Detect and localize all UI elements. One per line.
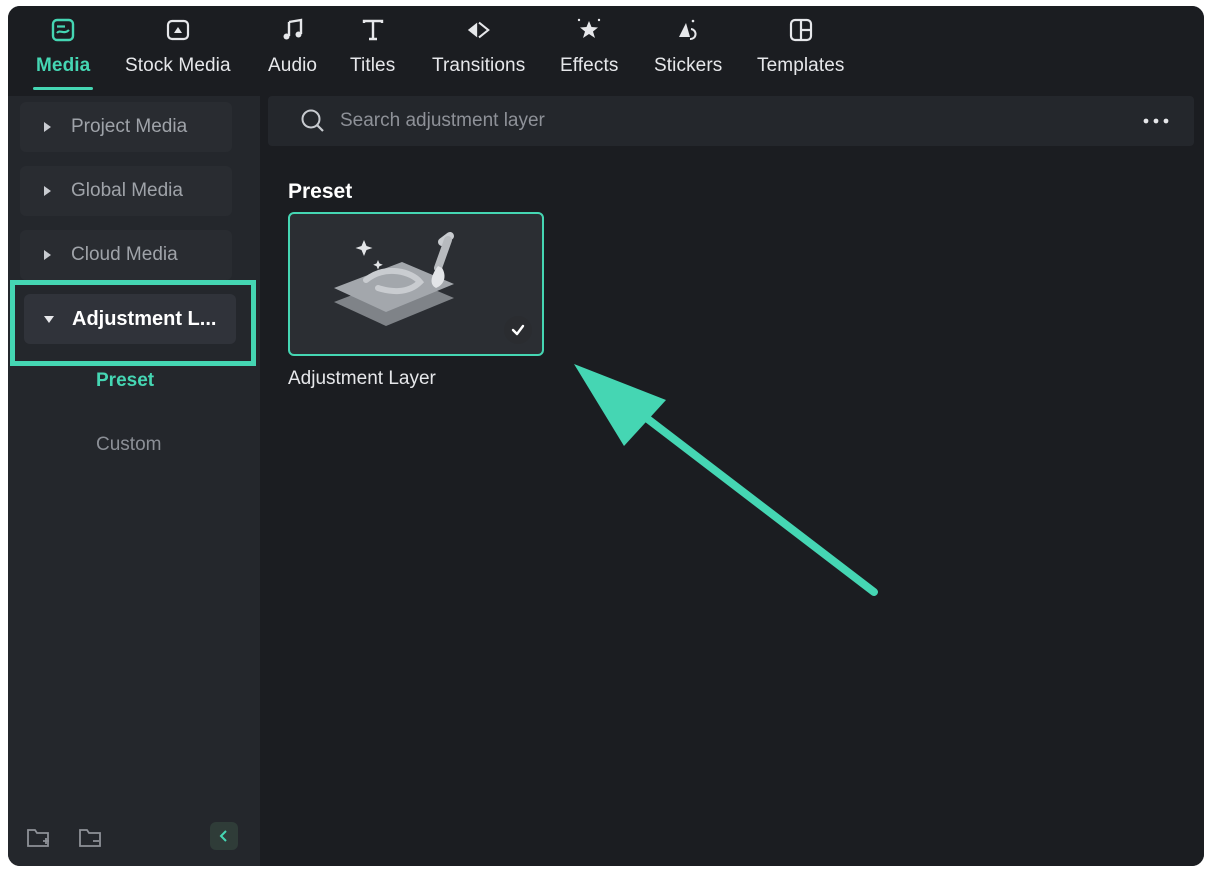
caret-right-icon bbox=[44, 186, 51, 196]
sidebar-item-label: Cloud Media bbox=[71, 244, 178, 265]
tab-effects-label: Effects bbox=[560, 55, 619, 76]
active-tab-indicator bbox=[33, 87, 94, 90]
caret-right-icon bbox=[44, 122, 51, 132]
chevron-left-icon bbox=[219, 830, 227, 842]
music-note-icon bbox=[280, 16, 306, 44]
tab-titles-label: Titles bbox=[350, 55, 396, 76]
sidebar-item-global-media[interactable]: Global Media bbox=[20, 166, 232, 216]
search-bar bbox=[268, 96, 1194, 146]
sidebar-subitem-preset[interactable]: Preset bbox=[96, 370, 154, 392]
sidebar-subitem-custom[interactable]: Custom bbox=[96, 434, 161, 456]
tab-audio[interactable]: Audio bbox=[268, 16, 317, 92]
sidebar-item-label: Adjustment L... bbox=[72, 307, 217, 330]
more-dots-icon bbox=[1143, 118, 1169, 124]
add-folder-icon bbox=[27, 829, 49, 847]
sidebar: Project Media Global Media Cloud Media A… bbox=[8, 96, 260, 866]
tab-transitions-label: Transitions bbox=[432, 55, 526, 76]
tab-transitions[interactable]: Transitions bbox=[432, 16, 525, 92]
sidebar-item-project-media[interactable]: Project Media bbox=[20, 102, 232, 152]
sidebar-item-cloud-media[interactable]: Cloud Media bbox=[20, 230, 232, 280]
caret-down-icon bbox=[44, 315, 54, 323]
transitions-icon bbox=[466, 16, 492, 44]
collapse-sidebar-button[interactable] bbox=[210, 822, 238, 850]
sidebar-footer bbox=[8, 816, 260, 866]
tab-audio-label: Audio bbox=[268, 55, 318, 76]
search-icon bbox=[298, 106, 328, 136]
main-panel: Preset Adjustment Layer bbox=[260, 96, 1204, 866]
top-toolbar: Media Stock Media Audio Titles Transitio… bbox=[8, 6, 1204, 96]
tab-stickers-label: Stickers bbox=[654, 55, 723, 76]
new-folder-button[interactable] bbox=[26, 826, 54, 852]
tab-effects[interactable]: Effects bbox=[560, 16, 618, 92]
search-input[interactable] bbox=[340, 110, 1136, 132]
tab-templates-label: Templates bbox=[757, 55, 845, 76]
effects-star-icon bbox=[576, 16, 602, 44]
section-title: Preset bbox=[288, 180, 353, 203]
app-window: Media Stock Media Audio Titles Transitio… bbox=[8, 6, 1204, 866]
tab-titles[interactable]: Titles bbox=[350, 16, 395, 92]
tab-templates[interactable]: Templates bbox=[757, 16, 845, 92]
more-options-button[interactable] bbox=[1136, 106, 1176, 136]
text-t-icon bbox=[360, 16, 386, 44]
media-icon bbox=[50, 16, 76, 44]
caret-right-icon bbox=[44, 250, 51, 260]
adjustment-layer-card[interactable] bbox=[288, 212, 544, 356]
tab-media[interactable]: Media bbox=[33, 16, 94, 92]
sidebar-item-adjustment-layer[interactable]: Adjustment L... bbox=[24, 294, 236, 344]
tab-stickers[interactable]: Stickers bbox=[654, 16, 722, 92]
remove-folder-icon bbox=[79, 829, 101, 847]
tab-stock-media-label: Stock Media bbox=[125, 55, 231, 76]
adjustment-layer-card-label: Adjustment Layer bbox=[288, 368, 436, 389]
remove-folder-button[interactable] bbox=[78, 826, 106, 852]
stickers-icon bbox=[675, 16, 701, 44]
templates-icon bbox=[788, 16, 814, 44]
selected-check-icon bbox=[504, 316, 532, 344]
sidebar-item-label: Global Media bbox=[71, 180, 183, 201]
stock-media-icon bbox=[165, 16, 191, 44]
tab-media-label: Media bbox=[36, 55, 91, 76]
sidebar-item-label: Project Media bbox=[71, 116, 188, 137]
tab-stock-media[interactable]: Stock Media bbox=[125, 16, 231, 92]
